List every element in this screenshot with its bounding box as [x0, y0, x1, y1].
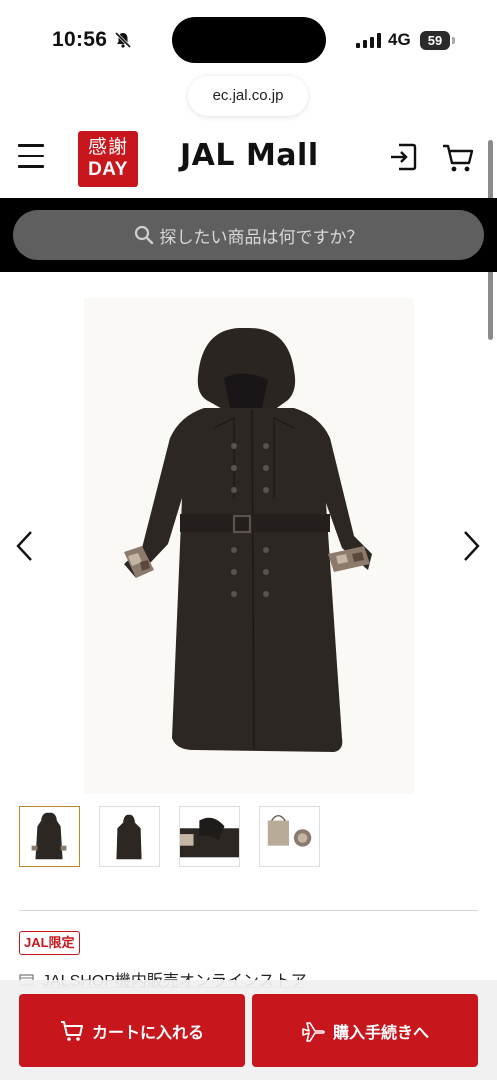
- dynamic-island: [172, 17, 326, 63]
- bottom-action-bar: カートに入れる 購入手続きへ: [0, 980, 497, 1080]
- network-type: 4G: [388, 30, 411, 49]
- checkout-button[interactable]: 購入手続きへ: [252, 994, 478, 1067]
- url-bar[interactable]: ec.jal.co.jp: [188, 76, 308, 116]
- add-to-cart-button[interactable]: カートに入れる: [19, 994, 245, 1067]
- jal-mall-logo[interactable]: JAL Mall: [180, 138, 319, 173]
- battery-icon: 59: [420, 31, 450, 50]
- promo-bottom-text: DAY: [88, 159, 128, 180]
- status-bar: 10:56 4G 59: [0, 0, 497, 80]
- search-band: 探したい商品は何ですか？: [0, 198, 497, 272]
- jal-exclusive-badge: JAL限定: [19, 931, 80, 955]
- section-divider: [19, 910, 478, 911]
- add-to-cart-label: カートに入れる: [91, 1024, 204, 1042]
- signal-icon: [356, 33, 381, 48]
- thumbnail-3[interactable]: [179, 806, 240, 867]
- thumbnail-4[interactable]: [259, 806, 320, 867]
- search-icon: [134, 225, 153, 245]
- airplane-icon: [302, 1021, 325, 1042]
- battery-tip: [452, 37, 455, 44]
- status-time: 10:56: [52, 28, 108, 51]
- search-placeholder: 探したい商品は何ですか？: [159, 227, 364, 247]
- site-header: 感謝 DAY JAL Mall: [0, 124, 497, 198]
- thumbnail-2[interactable]: [99, 806, 160, 867]
- promo-top-text: 感謝: [87, 136, 128, 158]
- next-image-arrow-icon[interactable]: [462, 530, 482, 562]
- bell-muted-icon: [114, 31, 132, 49]
- thumbnail-strip: [19, 806, 339, 868]
- cart-icon[interactable]: [442, 143, 474, 173]
- product-main-image[interactable]: [84, 298, 414, 794]
- prev-image-arrow-icon[interactable]: [14, 530, 34, 562]
- search-input[interactable]: 探したい商品は何ですか？: [13, 210, 484, 260]
- login-icon[interactable]: [389, 142, 417, 172]
- logo-text: JAL Mall: [180, 138, 319, 173]
- menu-icon[interactable]: [18, 144, 44, 168]
- cart-icon: [60, 1020, 83, 1041]
- checkout-label: 購入手続きへ: [332, 1024, 429, 1042]
- thumbnail-1[interactable]: [19, 806, 80, 867]
- kansha-day-banner[interactable]: 感謝 DAY: [78, 131, 138, 187]
